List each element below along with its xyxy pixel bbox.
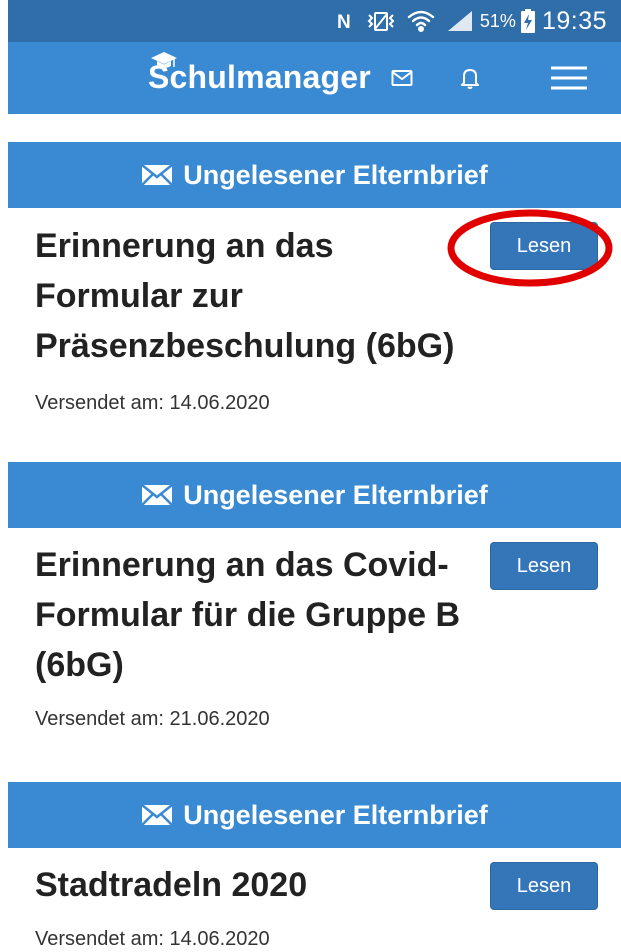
letter-header-label: Ungelesener Elternbrief — [183, 159, 488, 190]
letter-header: Ungelesener Elternbrief — [8, 462, 621, 528]
letter-header: Ungelesener Elternbrief — [8, 782, 621, 848]
read-button[interactable]: Lesen — [490, 542, 598, 590]
read-button[interactable]: Lesen — [490, 222, 598, 270]
letter-header: Ungelesener Elternbrief — [8, 142, 621, 208]
envelope-icon — [141, 484, 174, 506]
letter-title: Stadtradeln 2020 — [35, 866, 308, 904]
letter-sent-date: Versendet am: 14.06.2020 — [35, 392, 270, 414]
clock: 19:35 — [541, 6, 607, 35]
vibrate-icon — [366, 8, 396, 34]
battery-percent: 51% — [479, 10, 516, 31]
signal-icon — [446, 8, 474, 34]
app-header: Schulmanager — [8, 42, 621, 114]
app-logo[interactable]: Schulmanager — [148, 52, 371, 100]
letter-sent-date: Versendet am: 21.06.2020 — [35, 708, 270, 730]
graduation-cap-icon — [150, 50, 178, 77]
app-title: Schulmanager — [148, 58, 371, 95]
wifi-icon — [406, 8, 436, 34]
menu-icon[interactable] — [548, 64, 590, 92]
read-button[interactable]: Lesen — [490, 862, 598, 910]
letter-sent-date: Versendet am: 14.06.2020 — [35, 928, 270, 950]
letter-title: Erinnerung an das Formular zur Präsenzbe… — [35, 227, 455, 365]
svg-text:N: N — [337, 12, 351, 32]
battery-charging-icon — [520, 8, 536, 34]
envelope-icon — [141, 804, 174, 826]
status-bar: N 51% 19:35 — [8, 0, 621, 42]
nfc-icon: N — [336, 8, 356, 34]
letter-header-label: Ungelesener Elternbrief — [183, 479, 488, 510]
letter-header-label: Ungelesener Elternbrief — [183, 799, 488, 830]
letter-title: Erinnerung an das Covid-Formular für die… — [35, 546, 461, 684]
envelope-icon — [141, 164, 174, 186]
mail-icon[interactable] — [388, 64, 416, 92]
bell-icon[interactable] — [456, 64, 484, 92]
